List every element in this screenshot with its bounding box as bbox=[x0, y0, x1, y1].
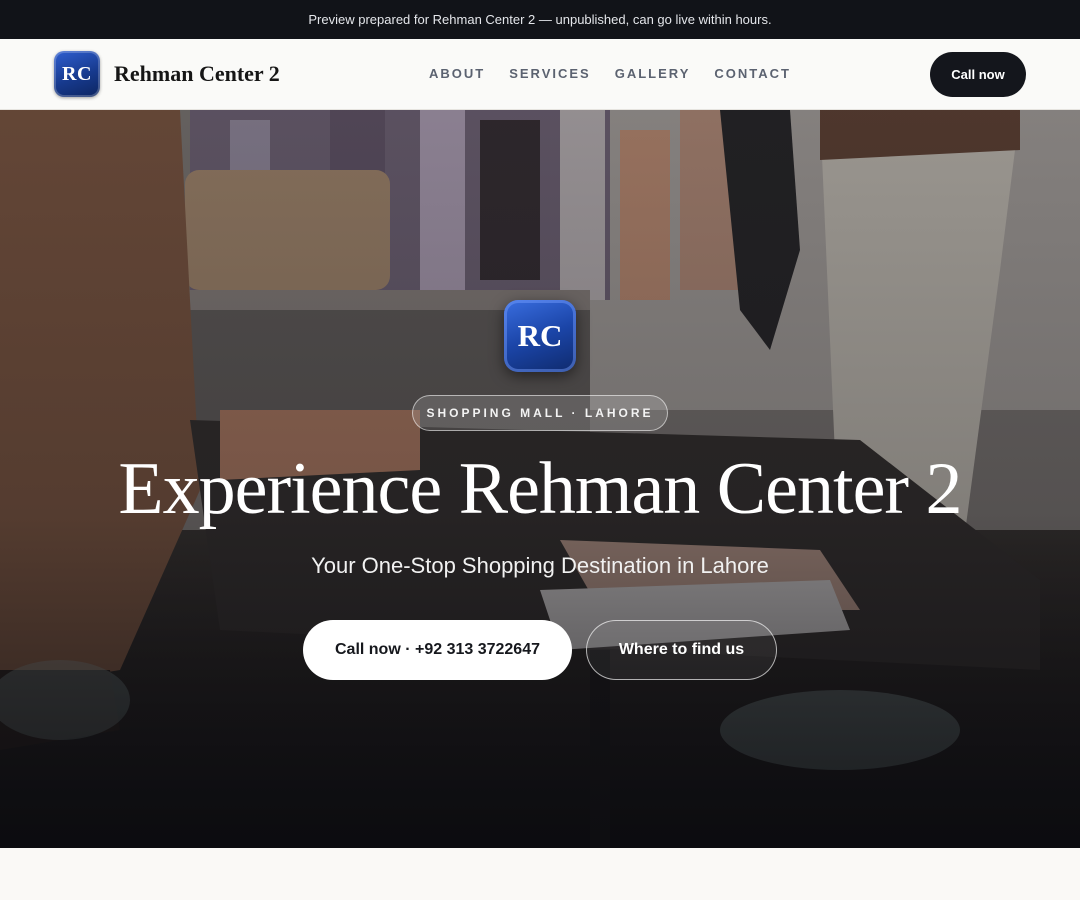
hero-logo-initials: RC bbox=[517, 318, 563, 353]
hero-title: Experience Rehman Center 2 bbox=[118, 448, 962, 530]
next-section bbox=[0, 848, 1080, 900]
site-header: RC Rehman Center 2 ABOUT SERVICES GALLER… bbox=[0, 39, 1080, 110]
hero-location-button[interactable]: Where to find us bbox=[586, 620, 777, 680]
preview-banner-text: Preview prepared for Rehman Center 2 — u… bbox=[308, 12, 772, 27]
nav-services[interactable]: SERVICES bbox=[509, 66, 591, 81]
nav-contact[interactable]: CONTACT bbox=[714, 66, 791, 81]
brand-logo-initials: RC bbox=[62, 62, 92, 85]
brand-home-link[interactable]: RC Rehman Center 2 bbox=[54, 51, 280, 97]
hero-section: RC SHOPPING MALL · LAHORE Experience Reh… bbox=[0, 110, 1080, 848]
header-call-button[interactable]: Call now bbox=[930, 52, 1026, 97]
brand-logo: RC bbox=[54, 51, 100, 97]
preview-banner: Preview prepared for Rehman Center 2 — u… bbox=[0, 0, 1080, 39]
brand-name: Rehman Center 2 bbox=[114, 61, 280, 86]
main-nav: ABOUT SERVICES GALLERY CONTACT bbox=[429, 66, 815, 81]
nav-about[interactable]: ABOUT bbox=[429, 66, 485, 81]
hero-logo: RC bbox=[504, 300, 576, 372]
hero-eyebrow-badge: SHOPPING MALL · LAHORE bbox=[412, 395, 668, 431]
hero-call-button[interactable]: Call now · +92 313 3722647 bbox=[303, 620, 572, 680]
hero-subtitle: Your One-Stop Shopping Destination in La… bbox=[311, 553, 769, 578]
nav-gallery[interactable]: GALLERY bbox=[615, 66, 691, 81]
